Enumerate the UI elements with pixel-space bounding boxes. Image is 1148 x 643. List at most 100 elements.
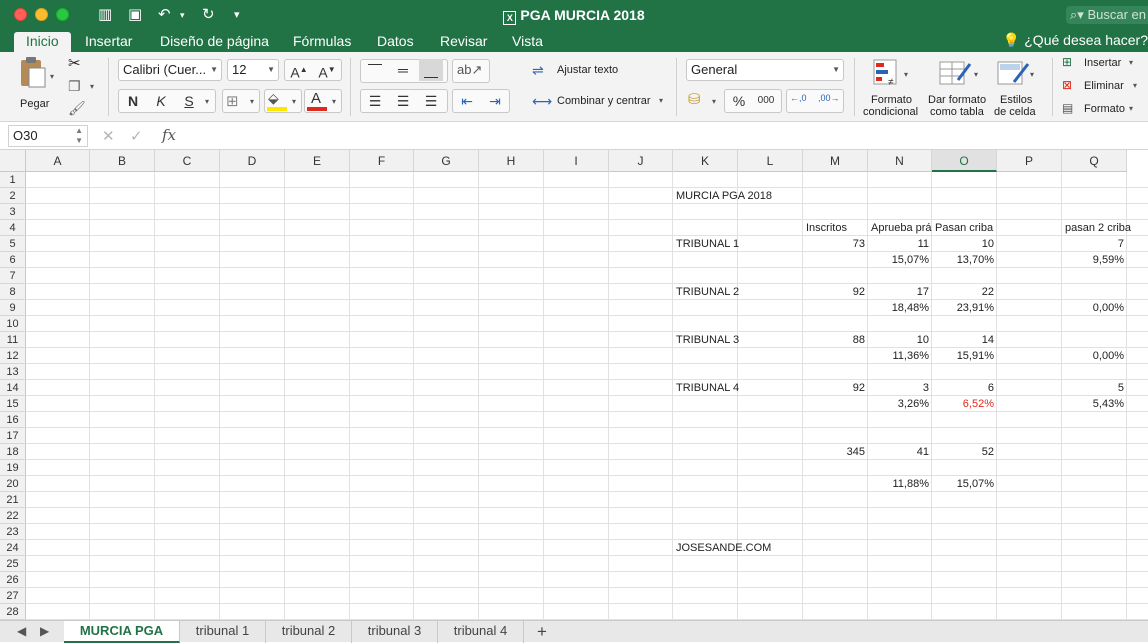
cell-o12[interactable]: 15,91% xyxy=(932,348,997,364)
cell-m14[interactable]: 92 xyxy=(803,380,868,396)
decrease-font-icon[interactable]: A▼ xyxy=(315,59,339,81)
column-header-e[interactable]: E xyxy=(285,150,350,172)
sheet-tab-tribunal-4[interactable]: tribunal 4 xyxy=(438,621,524,643)
row-header-6[interactable]: 6 xyxy=(0,252,26,268)
align-center-icon[interactable]: ☰ xyxy=(391,90,415,112)
format-cells-icon[interactable]: ▤ xyxy=(1062,101,1073,115)
italic-button[interactable]: K xyxy=(149,90,173,112)
copy-dropdown-icon[interactable]: ▾ xyxy=(90,82,94,91)
increase-decimal-icon[interactable]: ←,0 xyxy=(790,93,807,103)
column-header-d[interactable]: D xyxy=(220,150,285,172)
cell-m11[interactable]: 88 xyxy=(803,332,868,348)
row-header-13[interactable]: 13 xyxy=(0,364,26,380)
cell-n5[interactable]: 11 xyxy=(868,236,932,252)
tell-me-box[interactable]: 💡 ¿Qué desea hacer? xyxy=(1003,32,1148,49)
wrap-text-icon[interactable]: ⇌ xyxy=(532,62,544,79)
next-sheet-icon[interactable]: ▶ xyxy=(40,624,49,638)
cell-n8[interactable]: 17 xyxy=(868,284,932,300)
wrap-text-button[interactable]: Ajustar texto xyxy=(557,64,618,76)
cell-o18[interactable]: 52 xyxy=(932,444,997,460)
sheet-tab-tribunal-1[interactable]: tribunal 1 xyxy=(180,621,266,643)
currency-icon[interactable]: ⛁ xyxy=(688,90,701,108)
cell-n9[interactable]: 18,48% xyxy=(868,300,932,316)
sheet-tab-tribunal-2[interactable]: tribunal 2 xyxy=(266,621,352,643)
delete-cells-icon[interactable]: ⊠ xyxy=(1062,78,1072,92)
underline-button[interactable]: S xyxy=(177,90,201,112)
cell-n4[interactable]: Aprueba práctico xyxy=(868,220,932,236)
cell-o8[interactable]: 22 xyxy=(932,284,997,300)
font-name-select[interactable]: Calibri (Cuer... ▼ xyxy=(118,59,222,81)
cell-q9[interactable]: 0,00% xyxy=(1062,300,1127,316)
cell-n11[interactable]: 10 xyxy=(868,332,932,348)
cell-o4[interactable]: Pasan criba xyxy=(932,220,997,236)
font-size-select[interactable]: 12 ▼ xyxy=(227,59,279,81)
copy-icon[interactable]: ❐ xyxy=(68,78,81,95)
column-header-l[interactable]: L xyxy=(738,150,803,172)
column-header-q[interactable]: Q xyxy=(1062,150,1127,172)
tab-vista[interactable]: Vista xyxy=(512,32,543,52)
sheet-tab-tribunal-3[interactable]: tribunal 3 xyxy=(352,621,438,643)
row-header-20[interactable]: 20 xyxy=(0,476,26,492)
row-header-7[interactable]: 7 xyxy=(0,268,26,284)
cell-n14[interactable]: 3 xyxy=(868,380,932,396)
row-header-17[interactable]: 17 xyxy=(0,428,26,444)
delete-cells-button[interactable]: Eliminar xyxy=(1084,80,1124,92)
thousands-button[interactable]: 000 xyxy=(754,90,778,112)
row-header-15[interactable]: 15 xyxy=(0,396,26,412)
align-top-icon[interactable]: ⎺ xyxy=(363,59,387,81)
column-header-i[interactable]: I xyxy=(544,150,609,172)
cell-k5[interactable]: TRIBUNAL 1 xyxy=(673,236,739,252)
insert-cells-button[interactable]: Insertar xyxy=(1084,57,1121,69)
increase-indent-icon[interactable]: ⇥ xyxy=(483,90,507,112)
currency-dropdown-icon[interactable]: ▾ xyxy=(712,97,716,106)
cell-m4[interactable]: Inscritos xyxy=(803,220,868,236)
column-header-j[interactable]: J xyxy=(609,150,673,172)
insert-function-icon[interactable]: fx xyxy=(162,126,176,144)
row-header-14[interactable]: 14 xyxy=(0,380,26,396)
column-header-b[interactable]: B xyxy=(90,150,155,172)
row-header-2[interactable]: 2 xyxy=(0,188,26,204)
delete-dropdown-icon[interactable]: ▾ xyxy=(1133,81,1137,90)
row-header-27[interactable]: 27 xyxy=(0,588,26,604)
merge-center-icon[interactable]: ⟷ xyxy=(532,93,552,110)
cell-q12[interactable]: 0,00% xyxy=(1062,348,1127,364)
merge-dropdown-icon[interactable]: ▾ xyxy=(659,96,663,105)
row-header-22[interactable]: 22 xyxy=(0,508,26,524)
add-sheet-icon[interactable]: + xyxy=(537,622,547,642)
align-middle-icon[interactable]: ═ xyxy=(391,59,415,81)
cell-k2[interactable]: MURCIA PGA 2018 xyxy=(673,188,772,204)
cell-o5[interactable]: 10 xyxy=(932,236,997,252)
tab-insertar[interactable]: Insertar xyxy=(85,32,132,52)
row-header-9[interactable]: 9 xyxy=(0,300,26,316)
row-header-12[interactable]: 12 xyxy=(0,348,26,364)
cell-q14[interactable]: 5 xyxy=(1062,380,1127,396)
number-format-select[interactable]: General ▼ xyxy=(686,59,844,81)
cell-n15[interactable]: 3,26% xyxy=(868,396,932,412)
tab-formulas[interactable]: Fórmulas xyxy=(293,32,351,52)
cell-q5[interactable]: 7 xyxy=(1062,236,1127,252)
row-header-21[interactable]: 21 xyxy=(0,492,26,508)
row-header-10[interactable]: 10 xyxy=(0,316,26,332)
formula-input[interactable] xyxy=(186,125,1146,147)
paste-button[interactable]: ▾ Pegar xyxy=(14,56,58,116)
cell-k8[interactable]: TRIBUNAL 2 xyxy=(673,284,739,300)
format-dropdown-icon[interactable]: ▾ xyxy=(1129,104,1133,113)
cell-k24[interactable]: JOSESANDE.COM xyxy=(673,540,771,556)
search-box[interactable]: ⌕▾ Buscar en xyxy=(1066,6,1148,24)
decrease-indent-icon[interactable]: ⇤ xyxy=(455,90,479,112)
tab-inicio[interactable]: Inicio xyxy=(14,32,71,52)
cell-o9[interactable]: 23,91% xyxy=(932,300,997,316)
cell-o15[interactable]: 6,52% xyxy=(932,396,997,412)
cell-q4[interactable]: pasan 2 criba xyxy=(1062,220,1131,236)
cell-o6[interactable]: 13,70% xyxy=(932,252,997,268)
cell-m5[interactable]: 73 xyxy=(803,236,868,252)
format-painter-icon[interactable]: 🖌 xyxy=(68,100,86,117)
align-left-icon[interactable]: ☰ xyxy=(363,90,387,112)
column-header-k[interactable]: K xyxy=(673,150,738,172)
name-box-stepper-icon[interactable]: ▲ ▼ xyxy=(75,126,83,146)
row-header-11[interactable]: 11 xyxy=(0,332,26,348)
cell-q15[interactable]: 5,43% xyxy=(1062,396,1127,412)
column-header-p[interactable]: P xyxy=(997,150,1062,172)
cell-m18[interactable]: 345 xyxy=(803,444,868,460)
paste-dropdown-icon[interactable]: ▾ xyxy=(50,72,54,81)
